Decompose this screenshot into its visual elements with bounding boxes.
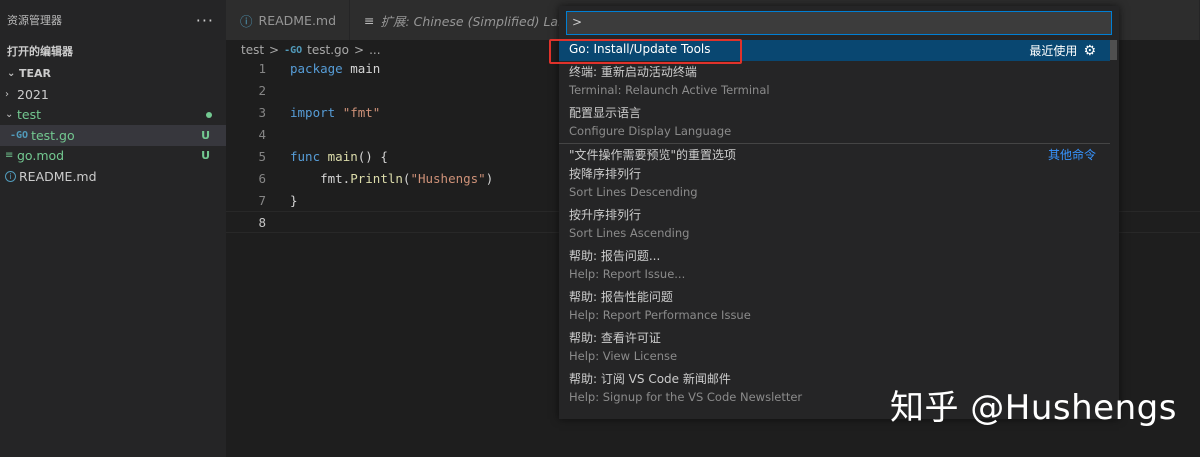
command-item[interactable]: 终端: 重新启动活动终端 Terminal: Relaunch Active T… [559, 61, 1110, 102]
file-lines-icon: ≡ [5, 150, 14, 162]
command-label: 帮助: 报告问题... [569, 249, 661, 263]
code-token: ) [485, 170, 494, 186]
command-label: 按升序排列行 [569, 208, 642, 222]
explorer-header: 资源管理器 ··· [0, 0, 226, 40]
code-token: "fmt" [342, 104, 381, 120]
folder-name: TEAR [19, 66, 52, 80]
annotation-highlight-box [549, 39, 742, 64]
command-item[interactable]: 帮助: 查看许可证 Help: View License [559, 327, 1110, 368]
chevron-down-icon: ⌄ [7, 67, 16, 79]
untracked-badge: U [201, 128, 210, 142]
tree-item-label: go.mod [17, 148, 65, 164]
line-number: 1 [258, 60, 266, 76]
info-icon: ⓘ [240, 13, 253, 29]
explorer-title: 资源管理器 [7, 14, 62, 27]
tree-item-2021[interactable]: › 2021 [0, 84, 226, 105]
explorer-sidebar: 资源管理器 ··· 打开的编辑器 ⌄ TEAR › 2021 ⌄ test -GO… [0, 0, 226, 457]
code-token: import [290, 104, 336, 120]
command-label: 帮助: 报告性能问题 [569, 290, 673, 304]
code-token: main [327, 148, 358, 164]
command-detail: Help: Signup for the VS Code Newsletter [569, 390, 803, 404]
code-token: fmt. [290, 170, 351, 186]
command-list: Go: Install/Update Tools 最近使用 ⚙ 终端: 重新启动… [559, 40, 1110, 409]
tree-item-label: test [17, 107, 42, 123]
command-detail: Help: Report Performance Issue [569, 308, 751, 322]
recently-used-tag: 最近使用 ⚙ [1029, 42, 1096, 59]
recently-used-label: 最近使用 [1029, 44, 1078, 58]
command-item[interactable]: 按升序排列行 Sort Lines Ascending [559, 204, 1110, 245]
code-token: } [290, 192, 298, 208]
zhihu-watermark: 知乎 @Hushengs [890, 388, 1177, 428]
tree-item-label: test.go [31, 127, 75, 143]
command-item[interactable]: 帮助: 报告性能问题 Help: Report Performance Issu… [559, 286, 1110, 327]
command-item[interactable]: 帮助: 报告问题... Help: Report Issue... [559, 245, 1110, 286]
workspace-folder[interactable]: ⌄ TEAR [0, 62, 226, 84]
breadcrumb-separator: > [269, 43, 280, 57]
command-detail: Help: Report Issue... [569, 267, 686, 281]
code-token: Println [350, 170, 403, 186]
command-detail: Terminal: Relaunch Active Terminal [569, 82, 770, 97]
chevron-right-icon: › [5, 88, 9, 100]
line-number: 6 [258, 170, 266, 186]
command-label: 按降序排列行 [569, 167, 642, 181]
tree-item-readme[interactable]: i README.md [0, 166, 226, 187]
command-item[interactable]: "文件操作需要预览"的重置选项 其他命令 [559, 142, 1110, 164]
command-detail: Help: View License [569, 349, 678, 363]
tree-item-label: 2021 [17, 86, 49, 102]
breadcrumb-separator: > [354, 43, 365, 57]
breadcrumb-folder[interactable]: test [241, 43, 264, 57]
command-label: 配置显示语言 [569, 105, 642, 120]
command-detail: Configure Display Language [569, 123, 732, 138]
tree-item-label: README.md [19, 168, 97, 184]
go-file-icon: -GO [10, 129, 29, 141]
command-detail: Sort Lines Ascending [569, 226, 690, 240]
command-detail: Sort Lines Descending [569, 185, 698, 199]
palette-scrollbar[interactable] [1110, 40, 1117, 60]
chevron-down-icon: ⌄ [5, 109, 14, 121]
line-number: 3 [258, 104, 266, 120]
code-token: func [290, 148, 321, 164]
code-token: "Hushengs" [410, 170, 486, 186]
more-actions-icon[interactable]: ··· [196, 11, 214, 30]
command-label: "文件操作需要预览"的重置选项 [569, 147, 737, 162]
command-palette: > Go: Install/Update Tools 最近使用 ⚙ 终端: 重新… [559, 6, 1119, 419]
tab-label: README.md [258, 12, 337, 28]
command-label: 帮助: 查看许可证 [569, 331, 661, 345]
line-number: 8 [258, 214, 266, 230]
code-token: main [342, 60, 381, 76]
extension-icon: ≡ [364, 12, 375, 28]
untracked-badge: U [201, 149, 210, 163]
tree-item-test-go[interactable]: -GO test.go U [0, 125, 226, 146]
line-number: 4 [258, 126, 266, 142]
modified-dot-icon [206, 111, 212, 118]
line-number: 7 [258, 192, 266, 208]
command-label: 终端: 重新启动活动终端 [569, 64, 697, 79]
code-token: () { [357, 148, 388, 164]
tree-item-go-mod[interactable]: ≡ go.mod U [0, 146, 226, 167]
go-file-icon: -GO [284, 44, 303, 56]
tree-item-test[interactable]: ⌄ test [0, 105, 226, 126]
code-token: package [290, 60, 343, 76]
open-editors-section[interactable]: 打开的编辑器 [0, 40, 226, 62]
line-number: 2 [258, 82, 266, 98]
line-number: 5 [258, 148, 266, 164]
tab-readme[interactable]: ⓘ README.md [226, 0, 350, 40]
gear-icon[interactable]: ⚙ [1083, 43, 1096, 59]
command-item[interactable]: 按降序排列行 Sort Lines Descending [559, 163, 1110, 204]
info-icon: i [5, 170, 16, 182]
command-input[interactable]: > [566, 11, 1112, 35]
command-item[interactable]: 配置显示语言 Configure Display Language [559, 102, 1110, 143]
command-label: 帮助: 订阅 VS Code 新闻邮件 [569, 372, 731, 386]
other-commands-label: 其他命令 [1047, 147, 1096, 162]
breadcrumb-file[interactable]: test.go [307, 43, 349, 57]
breadcrumb-symbols[interactable]: ... [369, 43, 380, 57]
